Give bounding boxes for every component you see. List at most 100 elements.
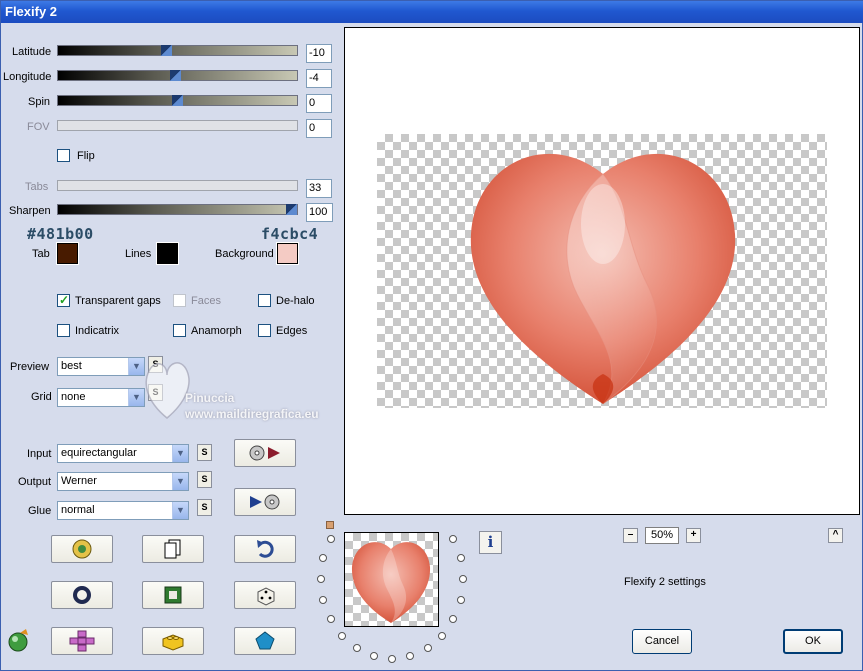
dial-dot[interactable] — [353, 644, 361, 652]
navigator-thumbnail[interactable] — [344, 532, 439, 627]
chevron-down-icon[interactable]: ▼ — [172, 445, 188, 462]
main-preview[interactable] — [344, 27, 860, 515]
flip-checkbox[interactable] — [57, 149, 70, 162]
indicatrix-label: Indicatrix — [75, 325, 120, 337]
anamorph-checkbox[interactable] — [173, 324, 186, 337]
dial-dot[interactable] — [317, 575, 325, 583]
tabs-value-field[interactable]: 33 — [306, 179, 332, 198]
ring-icon — [73, 586, 91, 604]
glue-select-value: normal — [61, 504, 95, 516]
tabs-slider[interactable] — [57, 180, 298, 191]
faces-checkbox[interactable] — [173, 294, 186, 307]
grid-select[interactable]: none ▼ — [57, 388, 145, 407]
transfer-forward-button[interactable] — [234, 439, 296, 467]
pentagon-gem-icon — [255, 631, 275, 650]
ring-shape-button[interactable] — [51, 581, 113, 609]
fov-value-field[interactable]: 0 — [306, 119, 332, 138]
dial-dot[interactable] — [424, 644, 432, 652]
sharpen-value-field[interactable]: 100 — [306, 203, 333, 222]
dial-dot[interactable] — [406, 652, 414, 660]
longitude-slider[interactable] — [57, 70, 298, 81]
dial-dot[interactable] — [459, 575, 467, 583]
glue-select[interactable]: normal ▼ — [57, 501, 189, 520]
zoom-level: 50% — [645, 527, 679, 544]
transfer-back-button[interactable] — [234, 488, 296, 516]
input-select[interactable]: equirectangular ▼ — [57, 444, 189, 463]
input-s-button[interactable]: S — [197, 444, 212, 461]
faces-label: Faces — [191, 295, 221, 307]
dial-dot[interactable] — [327, 615, 335, 623]
randomize-gear-button[interactable] — [51, 535, 113, 563]
fov-slider[interactable] — [57, 120, 298, 131]
dial-dot[interactable] — [457, 554, 465, 562]
pentagon-button[interactable] — [234, 627, 296, 655]
play-disc-icon — [250, 494, 280, 510]
info-button[interactable]: i — [479, 531, 502, 554]
lines-color-label: Lines — [125, 248, 152, 260]
background-color-swatch[interactable] — [276, 242, 299, 265]
heart-thumbnail-image — [351, 542, 431, 623]
input-label: Input — [27, 448, 52, 460]
indicatrix-checkbox[interactable] — [57, 324, 70, 337]
watermark-url: www.maildiregrafica.eu — [185, 407, 319, 421]
brick-button[interactable] — [142, 627, 204, 655]
zoom-in-button[interactable]: + — [686, 528, 701, 543]
tab-hex-label: #481b00 — [27, 225, 94, 243]
dial-dot[interactable] — [319, 554, 327, 562]
dial-dot[interactable] — [438, 632, 446, 640]
zoom-out-button[interactable]: – — [623, 528, 638, 543]
lines-color-swatch[interactable] — [156, 242, 179, 265]
dial-dot[interactable] — [338, 632, 346, 640]
collapse-up-button[interactable]: ^ — [828, 528, 843, 543]
de-halo-checkbox[interactable] — [258, 294, 271, 307]
latitude-slider-thumb[interactable] — [161, 45, 172, 56]
check-icon: ✓ — [59, 293, 70, 307]
square-frame-button[interactable] — [142, 581, 204, 609]
preview-select[interactable]: best ▼ — [57, 357, 145, 376]
output-select-value: Werner — [61, 475, 97, 487]
preview-label: Preview — [10, 361, 50, 373]
sharpen-label: Sharpen — [9, 205, 51, 217]
dial-dot[interactable] — [327, 535, 335, 543]
de-halo-label: De-halo — [276, 295, 315, 307]
random-dice-button[interactable] — [234, 581, 296, 609]
ok-button[interactable]: OK — [783, 629, 843, 654]
cross-layout-button[interactable] — [51, 627, 113, 655]
transparent-canvas — [377, 134, 827, 408]
tab-color-label: Tab — [32, 248, 50, 260]
dial-dot[interactable] — [370, 652, 378, 660]
dial-dot[interactable] — [449, 535, 457, 543]
square-frame-icon — [164, 586, 182, 604]
dice-icon — [257, 587, 275, 606]
output-select[interactable]: Werner ▼ — [57, 472, 189, 491]
dial-dot[interactable] — [319, 596, 327, 604]
spin-slider[interactable] — [57, 95, 298, 106]
longitude-slider-thumb[interactable] — [170, 70, 181, 81]
thumbnail-handle[interactable] — [326, 521, 334, 529]
spin-slider-thumb[interactable] — [172, 95, 183, 106]
chevron-down-icon[interactable]: ▼ — [172, 473, 188, 490]
sharpen-slider[interactable] — [57, 204, 298, 215]
longitude-value-field[interactable]: -4 — [306, 69, 332, 88]
dial-dot[interactable] — [388, 655, 396, 663]
cancel-button[interactable]: Cancel — [632, 629, 692, 654]
anamorph-label: Anamorph — [191, 325, 242, 337]
undo-button[interactable] — [234, 535, 296, 563]
glue-s-button[interactable]: S — [197, 499, 212, 516]
background-color-label: Background — [215, 248, 274, 260]
dial-dot[interactable] — [449, 615, 457, 623]
output-s-button[interactable]: S — [197, 471, 212, 488]
transparent-gaps-checkbox[interactable]: ✓ — [57, 293, 70, 307]
grid-label: Grid — [31, 391, 52, 403]
latitude-slider[interactable] — [57, 45, 298, 56]
edges-checkbox[interactable] — [258, 324, 271, 337]
dial-dot[interactable] — [457, 596, 465, 604]
tab-color-swatch[interactable] — [56, 242, 79, 265]
chevron-down-icon[interactable]: ▼ — [172, 502, 188, 519]
latitude-value-field[interactable]: -10 — [306, 44, 332, 63]
copy-button[interactable] — [142, 535, 204, 563]
tabs-label: Tabs — [25, 181, 49, 193]
sharpen-slider-thumb[interactable] — [286, 204, 297, 215]
spin-value-field[interactable]: 0 — [306, 94, 332, 113]
glue-label: Glue — [28, 505, 52, 517]
